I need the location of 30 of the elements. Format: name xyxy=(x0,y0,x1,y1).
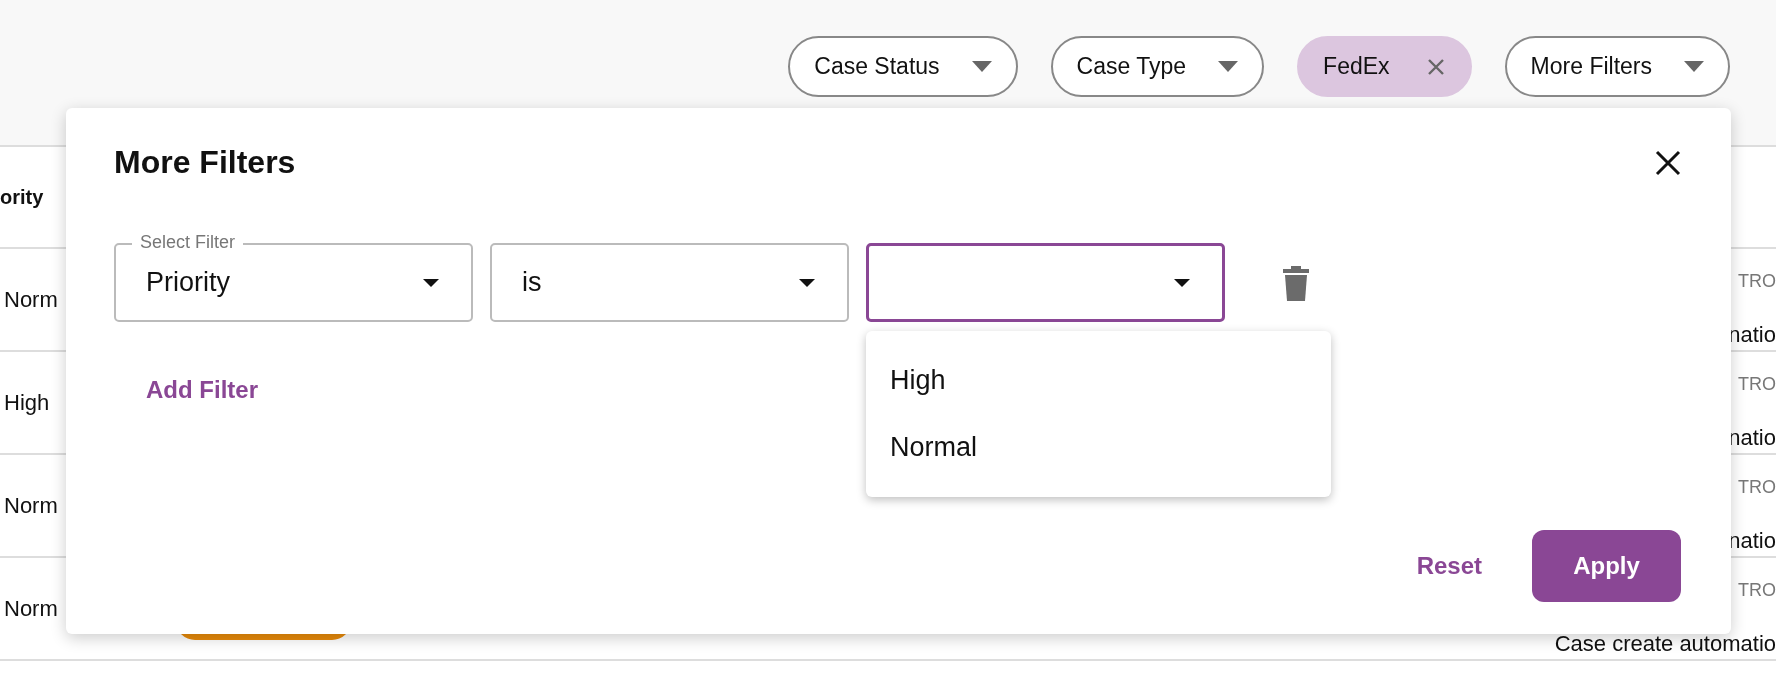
value-select[interactable] xyxy=(866,243,1225,322)
table-cell: TRO xyxy=(1738,271,1776,292)
add-filter-link[interactable]: Add Filter xyxy=(146,376,258,404)
caret-icon xyxy=(1174,278,1190,287)
table-cell-text: Norm xyxy=(3,595,58,622)
filter-dropdown[interactable]: More Filters xyxy=(1504,36,1730,97)
filter-dropdown[interactable]: Case Status xyxy=(788,36,1018,97)
table-cell: TRO xyxy=(1738,580,1776,601)
filter-chip[interactable]: FedEx xyxy=(1297,36,1472,97)
reset-button[interactable]: Reset xyxy=(1416,552,1482,580)
table-cell-text: Norm xyxy=(3,492,58,519)
trash-icon[interactable] xyxy=(1282,264,1310,301)
table-cell: TRO xyxy=(1738,374,1776,395)
apply-button[interactable]: Apply xyxy=(1532,530,1681,602)
caret-icon xyxy=(423,278,439,287)
close-icon[interactable] xyxy=(1655,149,1681,176)
filter-dropdown[interactable]: Case Type xyxy=(1050,36,1265,97)
caret-icon xyxy=(1218,61,1239,72)
dialog-title: More Filters xyxy=(114,144,296,181)
caret-icon xyxy=(971,61,992,72)
operator-select[interactable]: is xyxy=(490,243,849,322)
caret-icon xyxy=(799,278,815,287)
menu-item[interactable]: Normal xyxy=(866,414,1331,481)
caret-icon xyxy=(1684,61,1704,72)
table-cell: Case create automatio xyxy=(1554,631,1776,657)
menu-item[interactable]: High xyxy=(866,347,1331,414)
column-header[interactable]: ority xyxy=(0,185,44,209)
table-cell-text: High xyxy=(3,389,50,416)
table-cell-text: Norm xyxy=(3,286,58,313)
table-cell: TRO xyxy=(1738,477,1776,498)
